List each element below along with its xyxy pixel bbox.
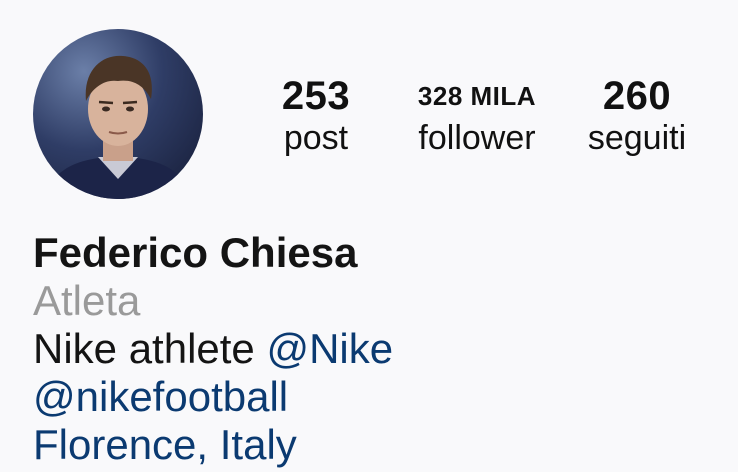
mention-nike-link[interactable]: @Nike [266,325,393,372]
bio-line-1: Nike athlete @Nike [33,325,723,373]
followers-count[interactable]: 328 MILA follower [402,74,552,158]
profile-avatar[interactable] [33,29,203,199]
profile-name: Federico Chiesa [33,229,358,276]
posts-count[interactable]: 253 post [268,74,364,158]
following-label: seguiti [587,119,687,157]
following-value: 260 [602,74,672,118]
profile-bio: Federico Chiesa Atleta Nike athlete @Nik… [33,229,723,469]
profile-category: Atleta [33,277,141,324]
followers-label: follower [418,119,536,157]
profile-photo [43,55,193,199]
mention-nikefootball-link[interactable]: @nikefootball [33,373,723,421]
followers-value: 328 MILA [417,81,537,111]
following-count[interactable]: 260 seguiti [572,74,702,158]
bio-text: Nike athlete [33,325,267,372]
posts-value: 253 [281,74,351,118]
posts-label: post [283,119,349,157]
location-link[interactable]: Florence, Italy [33,421,723,469]
